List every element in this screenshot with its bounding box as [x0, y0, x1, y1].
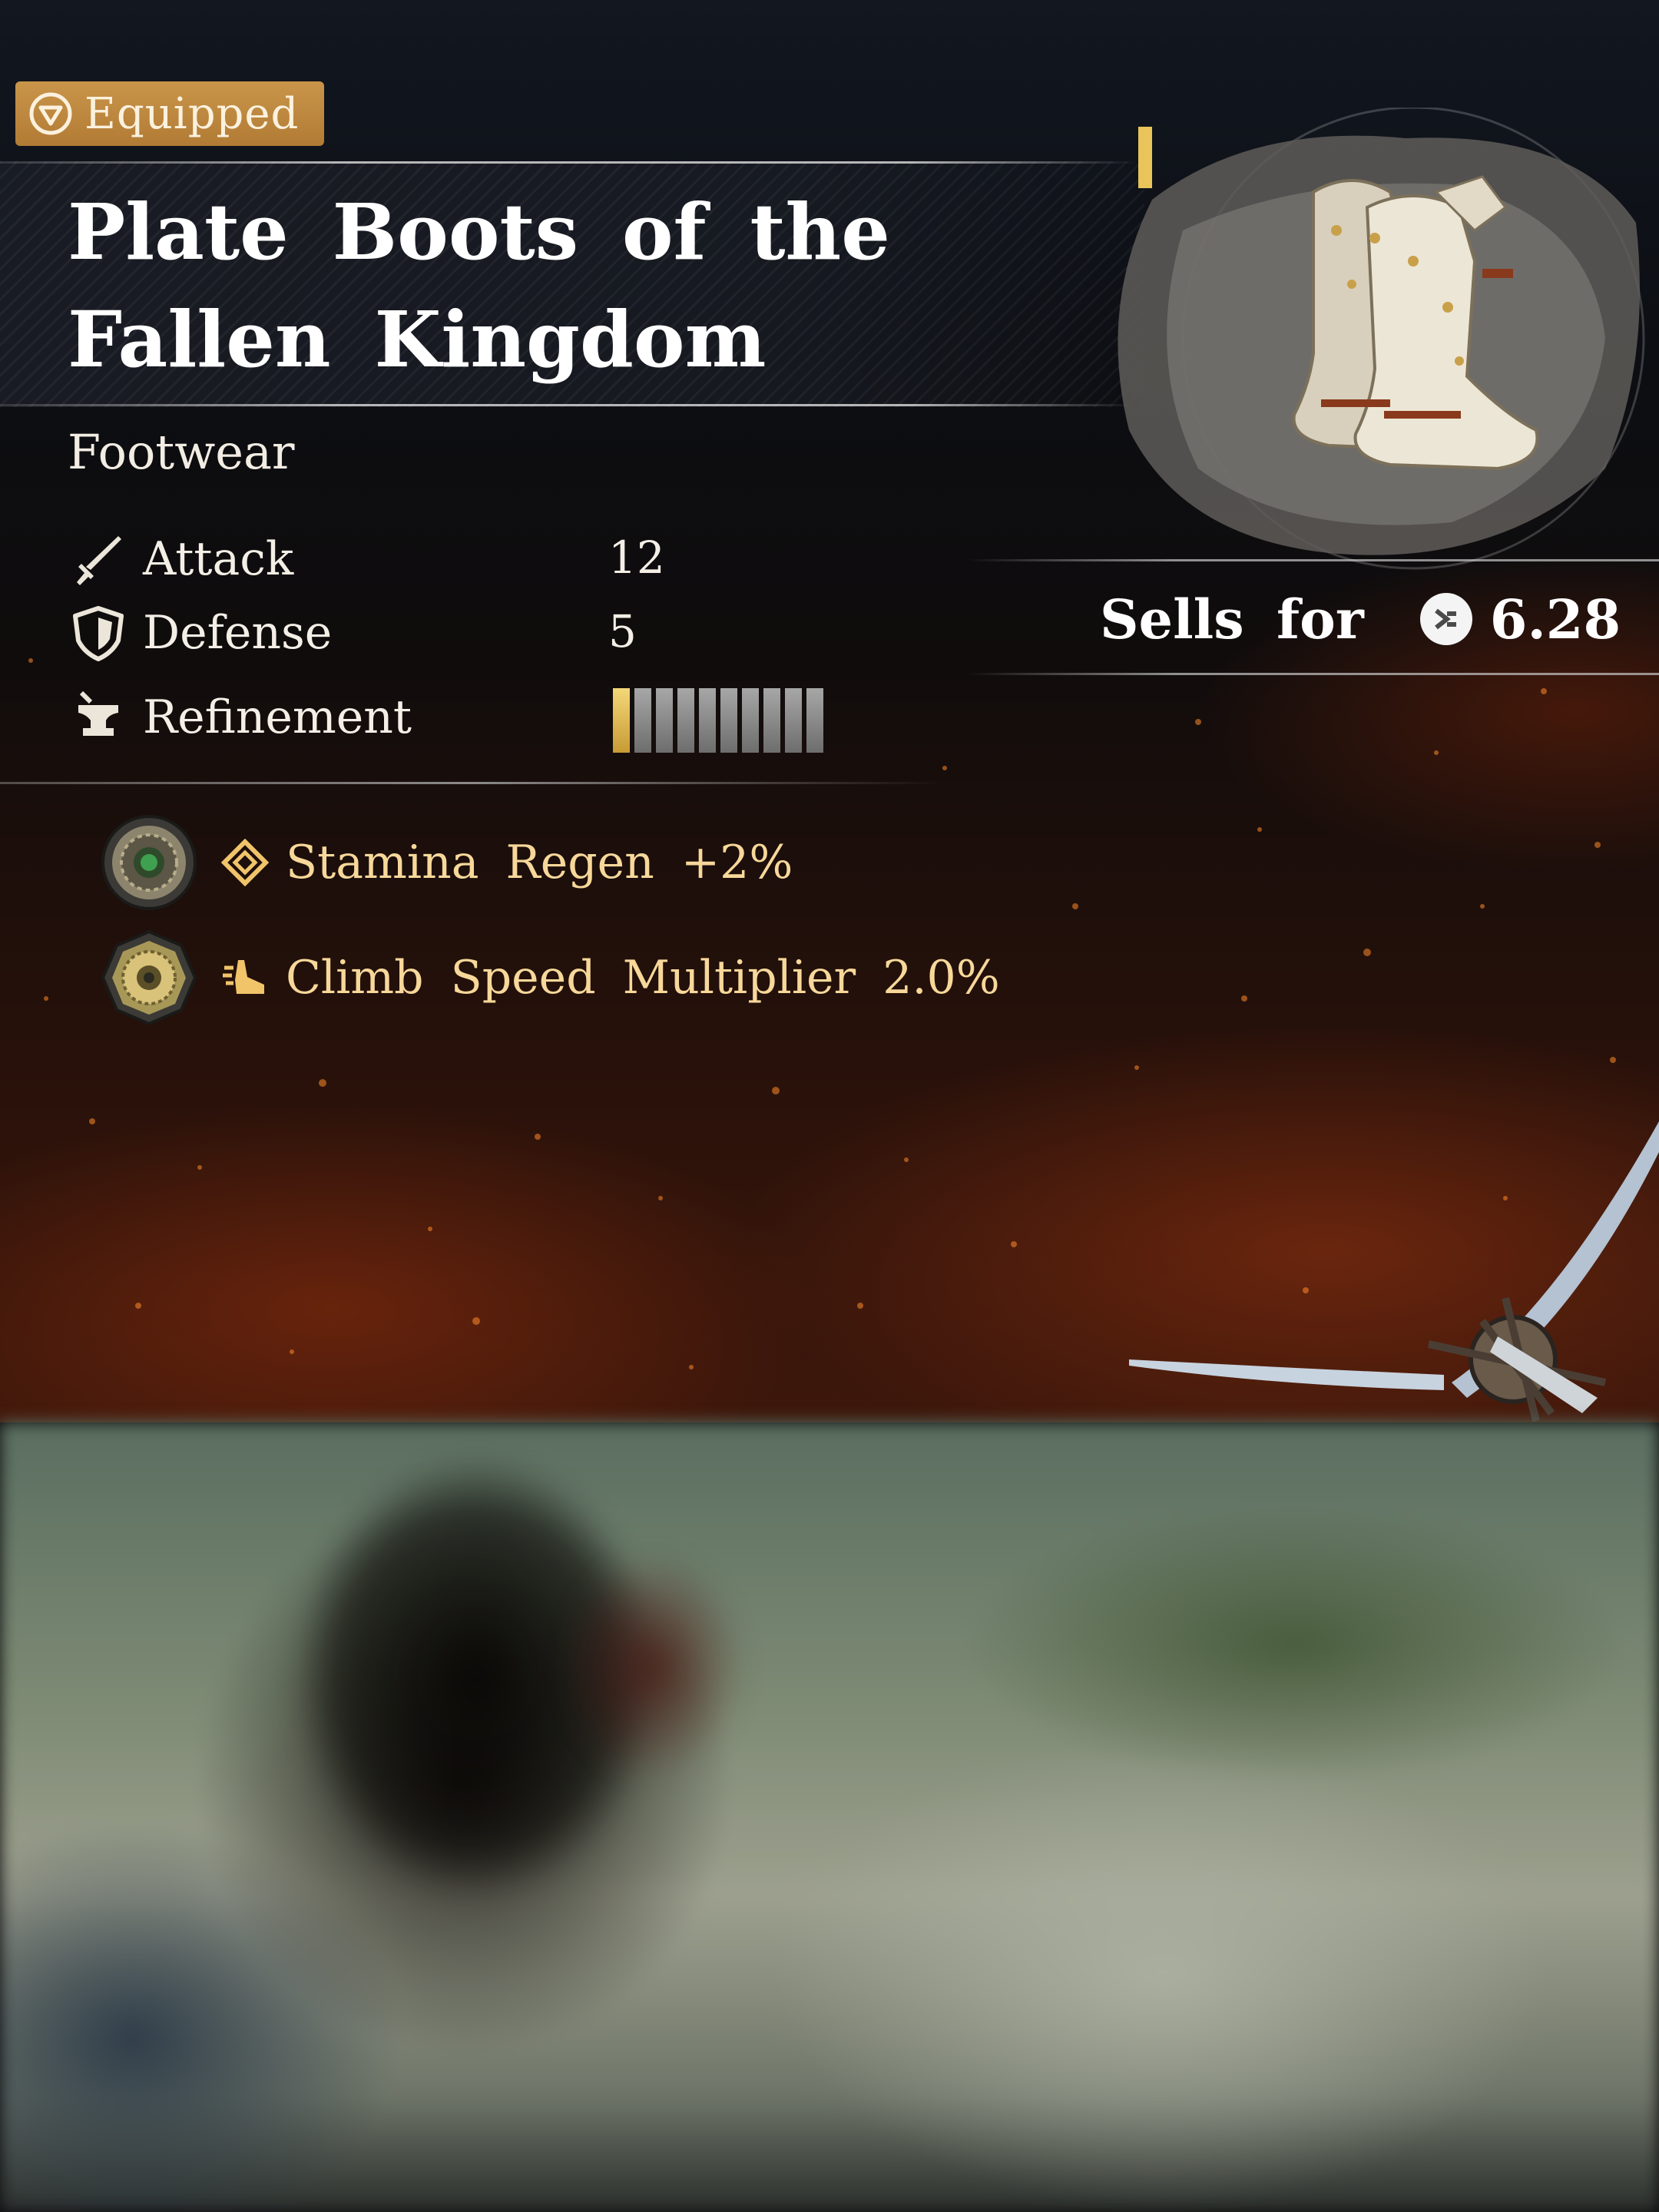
- sell-label: Sells for: [1100, 587, 1364, 651]
- item-category: Footwear: [68, 424, 295, 480]
- coin-icon: [1419, 593, 1472, 645]
- refinement-segment: [634, 688, 651, 753]
- stat-label-attack: Attack: [143, 532, 294, 586]
- equipped-label: Equipped: [84, 88, 300, 139]
- title-bottom-divider: [0, 404, 1137, 406]
- stamina-diamond-icon: [221, 839, 269, 886]
- stat-label-defense: Defense: [143, 606, 333, 660]
- anvil-icon: [78, 690, 118, 736]
- climb-boot-icon: [223, 960, 264, 994]
- refinement-segment: [785, 688, 802, 753]
- stat-row-defense: Defense: [68, 602, 332, 664]
- perk-row-climb: Climb Speed Multiplier 2.0%: [100, 928, 1000, 1028]
- crossbow-weapon-image: [1129, 1121, 1659, 1422]
- equipped-badge: Equipped: [15, 81, 324, 146]
- stats-divider: [0, 782, 945, 784]
- item-tooltip-panel: Equipped Plate Boots of the Fallen Kingd…: [0, 0, 1659, 1422]
- refinement-segment: [763, 688, 780, 753]
- shield-icon: [73, 606, 124, 661]
- refinement-bar: [613, 688, 823, 753]
- sell-bottom-divider: [968, 673, 1659, 675]
- title-top-divider: [0, 161, 1137, 164]
- stat-row-attack: Attack: [68, 528, 293, 590]
- refinement-segment: [720, 688, 737, 753]
- refinement-segment: [656, 688, 673, 753]
- refinement-segment: [677, 688, 694, 753]
- character-cape: [553, 1551, 753, 1782]
- equipped-triangle-icon: [29, 92, 72, 135]
- stat-row-refinement: Refinement: [68, 687, 412, 748]
- stat-value-defense: 5: [608, 605, 637, 657]
- perk-text-climb: Climb Speed Multiplier 2.0%: [286, 951, 1000, 1005]
- item-name: Plate Boots of the Fallen Kingdom: [68, 187, 890, 385]
- stat-label-refinement: Refinement: [143, 690, 412, 744]
- sell-price: 6.28: [1489, 587, 1621, 651]
- stat-value-attack: 12: [608, 531, 665, 584]
- gold-emblem: [101, 929, 197, 1026]
- perk-text-stamina: Stamina Regen +2%: [286, 836, 793, 889]
- sword-icon: [77, 536, 121, 585]
- sell-price-row: Sells for 6.28: [1100, 584, 1621, 654]
- perk-row-stamina: Stamina Regen +2%: [100, 813, 793, 912]
- refinement-segment: [806, 688, 823, 753]
- refinement-segment: [699, 688, 716, 753]
- refinement-segment: [613, 688, 630, 753]
- refinement-segment: [742, 688, 759, 753]
- sell-top-divider: [968, 559, 1659, 561]
- green-gem-emblem: [101, 815, 197, 910]
- plate-boots-image: [1118, 108, 1645, 570]
